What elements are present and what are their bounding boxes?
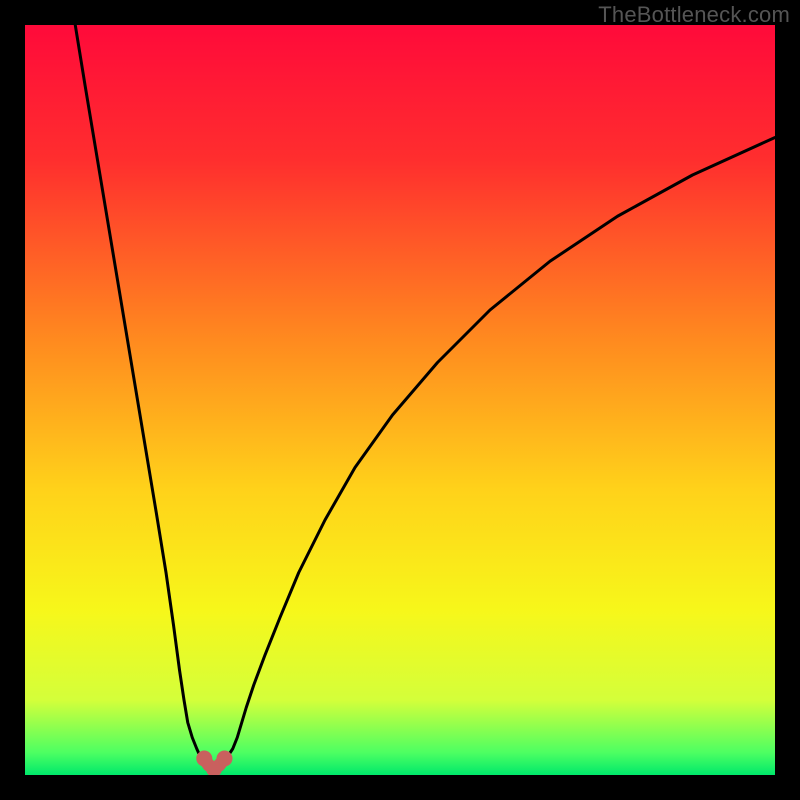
chart-svg (25, 25, 775, 775)
plot-area (25, 25, 775, 775)
chart-frame: TheBottleneck.com (0, 0, 800, 800)
watermark-text: TheBottleneck.com (598, 2, 790, 28)
